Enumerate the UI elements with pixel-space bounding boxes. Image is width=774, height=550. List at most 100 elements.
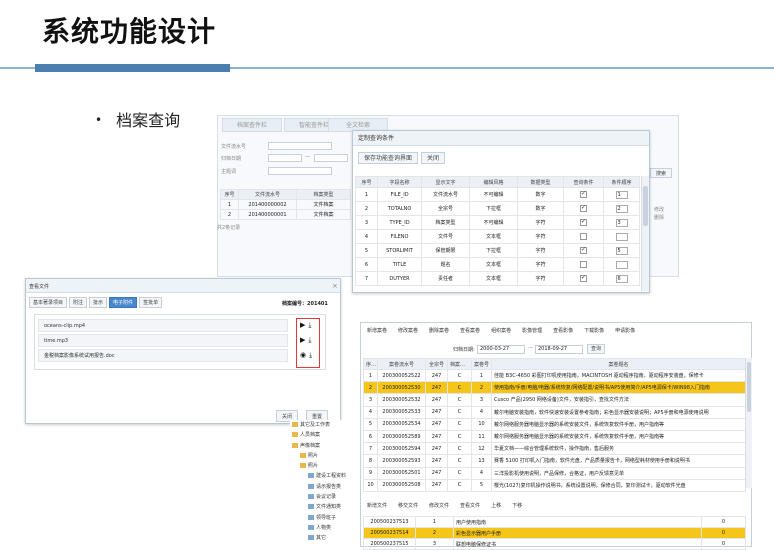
order-input[interactable]: 5	[615, 246, 628, 255]
order-input[interactable]	[615, 232, 628, 241]
table-cell: 数字	[517, 201, 564, 216]
view-tab[interactable]: 电子附件	[109, 297, 138, 308]
tree-folder-other[interactable]: 其它及工作表	[290, 420, 360, 430]
query-condition-checkbox[interactable]	[580, 246, 587, 254]
toolbar-button[interactable]: 修改案卷	[394, 326, 422, 337]
table-row[interactable]: 7 200300052594 247 C 12 华夏文档——综合管理系统软件，操作指南，售…	[363, 442, 746, 456]
close-icon[interactable]: ×	[332, 282, 338, 290]
table-row[interactable]: 5STORLIMIT保管期限下拉框字符5	[355, 243, 640, 258]
toolbar-button[interactable]: 影像管理	[518, 326, 546, 337]
tab-archive-query[interactable]: 档案查件栏	[222, 118, 282, 132]
table-cell: C	[447, 417, 472, 431]
tree-folder-audio-video[interactable]: 声像档案	[290, 441, 360, 451]
order-input[interactable]: 3	[615, 218, 628, 227]
tree-folder-photos-sub[interactable]: 照片	[290, 461, 360, 471]
view-tab[interactable]: 签批单	[139, 297, 163, 308]
table-row[interactable]: 6 TITLE 题名 文本框 字符	[355, 257, 640, 272]
edit-label[interactable]: 修改	[654, 206, 664, 213]
file-toolbar-button[interactable]: 新增文件	[363, 501, 391, 512]
tree-label: 人员档案	[300, 432, 321, 439]
file-toolbar-button[interactable]: 修改文件	[425, 501, 453, 512]
attachment-item[interactable]: 金税档案影像系统试用报告.doc	[38, 349, 288, 362]
toolbar-button[interactable]: 查看案卷	[456, 326, 484, 337]
table-row[interactable]: 3TYPE_ID档案类型不可编辑字符3	[355, 215, 640, 230]
view-tab[interactable]: 附注	[69, 297, 88, 308]
file-toolbar-button[interactable]: 移交文件	[394, 501, 422, 512]
table-cell: 使用指南/手册/电脑/电器/系统恢复/网络配置/说明书/AP5使用简介/AP5电…	[491, 381, 746, 395]
volume-scrollbar[interactable]	[745, 358, 752, 488]
delete-label[interactable]: 删除	[654, 214, 664, 221]
table-cell: 5	[471, 478, 492, 492]
table-row[interactable]: 1 201400000002 文件档案	[220, 199, 351, 210]
attachment-item[interactable]: time.mp3	[38, 334, 288, 347]
table-cell: 数字	[517, 187, 564, 202]
table-row[interactable]: 2 200300052530 247 C 2 使用指南/手册/电脑/电器/系统恢复/网络配…	[363, 381, 746, 395]
order-input[interactable]: 1	[615, 190, 628, 199]
table-row[interactable]: 10 200300052508 247 C 5 樱光(1027)复印机操作说明书，系统设置…	[363, 478, 746, 492]
file-toolbar-button[interactable]: 上移	[487, 501, 505, 512]
tree-leaf[interactable]: 请示报告类	[290, 482, 360, 492]
file-toolbar-button[interactable]: 查看文件	[456, 501, 484, 512]
file-toolbar-button[interactable]: 下移	[508, 501, 526, 512]
order-input[interactable]	[615, 260, 628, 269]
attachment-item[interactable]: oceans-clip.mp4	[38, 319, 288, 332]
table-row[interactable]: 3 200300052532 247 C 3 Cusco 产品(2950 网络设备)文件，…	[363, 393, 746, 407]
tree-leaf[interactable]: 领导班子	[290, 513, 360, 523]
table-row[interactable]: 7DUTYER责任者文本框字符 6	[355, 271, 640, 286]
scrollbar-thumb[interactable]	[643, 186, 648, 226]
tree-leaf[interactable]: 建设工程资料	[290, 471, 360, 481]
tree-leaf[interactable]: 人物类	[290, 523, 360, 533]
scrollbar-thumb[interactable]	[747, 362, 751, 412]
date-to-input[interactable]	[314, 154, 348, 162]
date-from-input[interactable]	[268, 154, 302, 162]
table-row[interactable]: 4 FILENO 文件号 文本框 字符	[355, 229, 640, 244]
tree-folder-personnel[interactable]: 人员档案	[290, 430, 360, 440]
query-condition-checkbox[interactable]	[580, 204, 587, 212]
table-row[interactable]: 8 200300052593 247 C 13 赛香 5100 打印机入门指南，软件光盘，…	[363, 454, 746, 468]
table-row[interactable]: 2 201400000001 文件档案	[220, 209, 351, 220]
order-input[interactable]: 6	[615, 274, 628, 283]
toolbar-button[interactable]: 查看影像	[549, 326, 577, 337]
toolbar-button[interactable]: 新增案卷	[363, 326, 391, 337]
query-button[interactable]: 查询	[587, 344, 606, 354]
table-cell: 200300052530	[377, 381, 426, 395]
dialog-scrollbar[interactable]	[641, 176, 649, 291]
table-row[interactable]: 200500237513 1 用户使用指南 0	[363, 516, 746, 528]
tree-leaf[interactable]: 会议记录	[290, 492, 360, 502]
toolbar-button[interactable]: 下载影像	[580, 326, 608, 337]
table-row[interactable]: 4 200300052533 247 C 4 戴尔电脑安装指南，软件快速安装设置参考指南；…	[363, 405, 746, 419]
table-cell: 247	[425, 429, 448, 444]
date-to-input[interactable]: 2018-09-27	[535, 345, 583, 354]
table-row[interactable]: 200500237515 3 联想电脑保修证书 0	[363, 538, 746, 550]
order-input[interactable]: 2	[615, 204, 628, 213]
file-serial-input[interactable]	[268, 142, 332, 150]
tree-leaf[interactable]: 其它	[290, 533, 360, 543]
table-cell: 4	[471, 466, 492, 480]
query-condition-checkbox[interactable]	[580, 190, 587, 198]
table-row[interactable]: 1 200300052522 247 C 1 佳能 B3C-4650 彩图打印机使用指南，…	[363, 368, 746, 383]
save-query-layout-button[interactable]: 保存功能查询界面	[358, 152, 419, 164]
table-row[interactable]: 1FILE_ID文件流水号不可编辑数字1	[355, 187, 640, 202]
query-condition-checkbox[interactable]	[580, 218, 587, 226]
table-row[interactable]: 200500237514 2 彩色显示器用户手册 0	[363, 527, 746, 539]
table-cell: 字符	[517, 257, 564, 272]
toolbar-button[interactable]: 组织案卷	[487, 326, 515, 337]
table-row[interactable]: 2TOTALNO全宗号下拉框数字2	[355, 201, 640, 216]
keyword-input[interactable]	[268, 167, 332, 175]
date-from-input[interactable]: 2000-03-27	[477, 345, 525, 354]
tree-leaf[interactable]: 文件通知类	[290, 502, 360, 512]
col-header: 案卷流水号	[377, 358, 426, 370]
toolbar-button[interactable]: 申请影像	[611, 326, 639, 337]
tree-folder-photos[interactable]: 照片	[290, 451, 360, 461]
query-condition-checkbox[interactable]	[580, 274, 587, 282]
search-button[interactable]: 搜索	[650, 168, 673, 178]
toolbar-button[interactable]: 删除案卷	[425, 326, 453, 337]
query-condition-checkbox[interactable]	[580, 261, 587, 268]
view-tab[interactable]: 批示	[89, 297, 108, 308]
table-row[interactable]: 5 200300052534 247 C 10 戴尔网络服务器电脑显示器的系统安装文件，系…	[363, 417, 746, 431]
close-button[interactable]: 关闭	[421, 152, 446, 164]
query-condition-checkbox[interactable]	[580, 233, 587, 240]
table-row[interactable]: 6 200300052589 247 C 11 戴尔网络服务器电脑显示器的系统安装文件，系…	[363, 429, 746, 444]
view-tab[interactable]: 基本著录项目	[29, 297, 68, 308]
table-row[interactable]: 9 200300052501 247 C 4 三洋投影机使用说明，产品保修，合格证，用户反…	[363, 466, 746, 480]
